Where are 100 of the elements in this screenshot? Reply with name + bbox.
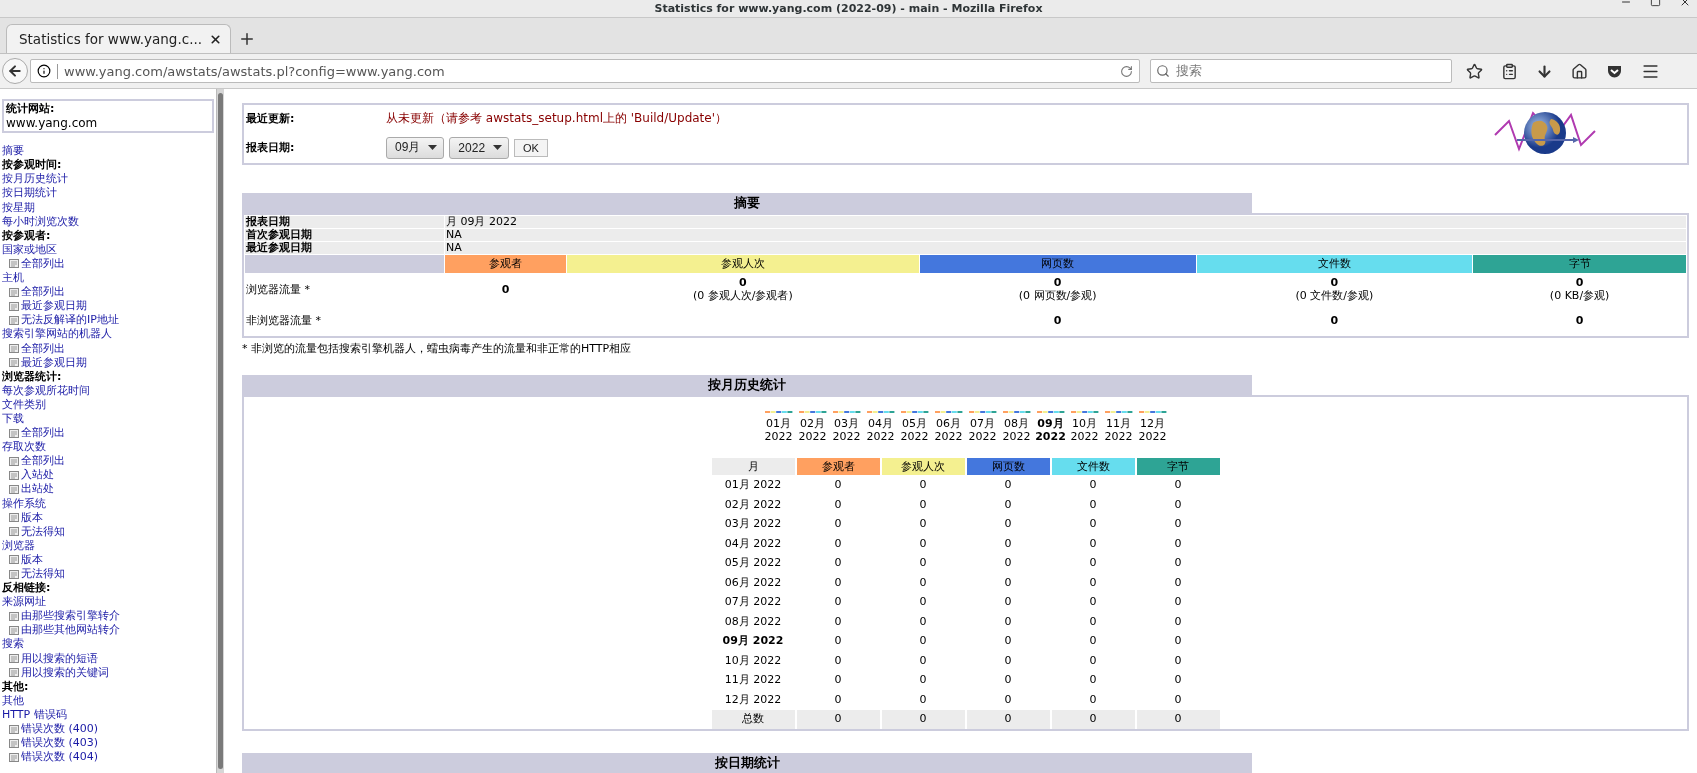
sidebar-sublink[interactable]: 最近参观日期 — [21, 355, 87, 370]
sidebar-link[interactable]: 每次参观所花时间 — [2, 383, 216, 398]
page-icon — [9, 513, 19, 523]
sidebar-link[interactable]: 来源网址 — [2, 595, 216, 610]
chart-month-label: 04月 2022 — [866, 417, 895, 443]
sidebar-sublink[interactable]: 由那些其他网站转介 — [21, 623, 120, 638]
sidebar-sublink[interactable]: 全部列出 — [21, 454, 65, 469]
sidebar-link[interactable]: 摘要 — [2, 144, 216, 159]
info-label: 报表日期 — [245, 216, 444, 228]
month-cell-text: 02月 2022 — [723, 496, 783, 513]
chart-month-label: 09月 2022 — [1035, 417, 1066, 443]
month-cell-text: 06月 2022 — [723, 574, 783, 591]
browser-tab[interactable]: Statistics for www.yang.c... — [6, 24, 231, 53]
month-cell-text: 04月 2022 — [723, 535, 783, 552]
sidebar-link[interactable]: 每小时浏览次数 — [2, 214, 216, 229]
sidebar-sublink[interactable]: 错误次数 (404) — [21, 750, 99, 765]
bar-stub-drawing — [934, 411, 963, 414]
sidebar-sublink[interactable]: 全部列出 — [21, 341, 65, 356]
table-cell-text: 0 — [1003, 516, 1013, 532]
table-cell-text: 0 — [1088, 613, 1098, 630]
table-cell-text: 0 — [833, 555, 843, 571]
chart-month-label: 02月 2022 — [798, 417, 827, 443]
bar-stub-drawing — [764, 411, 793, 414]
table-cell-text: 0 — [1173, 594, 1183, 610]
sidebar-link[interactable]: 存取次数 — [2, 440, 216, 455]
sidebar-sublink[interactable]: 用以搜索的短语 — [21, 651, 98, 666]
year-select[interactable]: 2022 — [449, 136, 510, 159]
table-cell-text: 0 — [1003, 613, 1013, 630]
info-label: 最近参观日期 — [245, 242, 444, 254]
scrollbar[interactable] — [216, 89, 224, 773]
sidebar-heading: 按参观者: — [2, 228, 52, 243]
sidebar-sublink[interactable]: 错误次数 (403) — [21, 736, 99, 751]
sidebar-link[interactable]: 主机 — [2, 271, 216, 286]
reload-icon[interactable] — [1120, 64, 1133, 78]
table-cell-text: 0 — [833, 691, 843, 708]
update-text: 从未更新（请参考 awstats_setup.html上的 'Build/Update'） — [386, 109, 727, 127]
sidebar-sublink[interactable]: 全部列出 — [21, 285, 65, 300]
table-cell-text: 0 — [1088, 652, 1098, 669]
sidebar-sublink[interactable]: 无法得知 — [21, 567, 65, 582]
column-header: 参观者 — [796, 458, 880, 475]
table-cell-text: 0 — [833, 633, 843, 649]
sidebar-link[interactable]: 下载 — [2, 411, 216, 427]
sidebar-sublink[interactable]: 全部列出 — [21, 426, 65, 441]
sidebar-sublink[interactable]: 用以搜索的关键词 — [21, 665, 109, 680]
sidebar-link[interactable]: 操作系统 — [2, 496, 216, 511]
page-icon — [9, 625, 19, 635]
page-icon — [9, 738, 19, 748]
search-field[interactable]: 搜索 — [1150, 59, 1452, 83]
month-select[interactable]: 09月 — [386, 136, 445, 159]
sidebar-sublink[interactable]: 入站处 — [21, 468, 54, 483]
chart-month-label: 06月 2022 — [934, 417, 963, 443]
table-cell-text: 0 — [918, 672, 928, 688]
table-cell: 0 — [1136, 710, 1220, 729]
info-icon[interactable] — [37, 64, 51, 78]
table-cell-text: 0 — [1088, 633, 1098, 649]
sidebar-link[interactable]: 按日期统计 — [2, 186, 216, 201]
sidebar-sublink[interactable]: 版本 — [21, 510, 43, 525]
table-cell-text: 0 — [918, 652, 928, 669]
month-cell-text: 12月 2022 — [723, 691, 783, 708]
table-cell-text: 0 (0 参观人次/参观者) — [691, 275, 794, 304]
chart-month-label: 07月 2022 — [968, 417, 997, 443]
sidebar-link[interactable]: 国家或地区 — [2, 242, 216, 257]
table-cell-text: 0 — [1173, 516, 1183, 532]
month-cell-text: 08月 2022 — [723, 613, 783, 630]
page-icon — [9, 428, 19, 438]
sidebar-sublink[interactable]: 错误次数 (400) — [21, 722, 99, 737]
table-cell-text: 0 — [833, 496, 843, 513]
sidebar-sublink[interactable]: 出站处 — [21, 482, 54, 497]
table-cell-text: 0 — [1173, 535, 1183, 552]
sidebar-sublink[interactable]: 无法得知 — [21, 524, 65, 539]
page-icon — [9, 527, 19, 537]
sidebar-sublink[interactable]: 最近参观日期 — [21, 299, 87, 314]
month-cell-text: 10月 2022 — [723, 652, 783, 669]
section-title: 按日期统计 — [242, 753, 1252, 773]
address-field[interactable]: www.yang.com/awstats/awstats.pl?config=www.yang.com — [30, 59, 1140, 83]
table-cell-text: 0 — [1003, 672, 1013, 688]
column-header: 文件数 — [1196, 255, 1473, 273]
sidebar-link[interactable]: 浏览器 — [2, 538, 216, 553]
sidebar-link[interactable]: 按月历史统计 — [2, 172, 216, 187]
ok-button[interactable]: OK — [514, 138, 548, 157]
table-cell-text: 0 — [1088, 516, 1098, 532]
sidebar-link[interactable]: 按星期 — [2, 200, 216, 215]
table-cell-text: 0 (0 网页数/参观) — [1017, 275, 1098, 304]
scrollbar-thumb[interactable] — [218, 93, 223, 769]
sidebar-link[interactable]: HTTP 错误码 — [2, 707, 216, 723]
sidebar-link[interactable]: 其他 — [2, 693, 216, 708]
close-icon[interactable] — [209, 32, 222, 46]
sidebar-sublink[interactable]: 由那些搜索引擎转介 — [21, 609, 120, 624]
sidebar-sublink[interactable]: 无法反解译的IP地址 — [21, 313, 119, 328]
page-icon — [9, 470, 19, 480]
sidebar-link[interactable]: 搜索引擎网站的机器人 — [2, 327, 216, 342]
page-icon — [9, 344, 19, 354]
sidebar-link[interactable]: 文件类别 — [2, 397, 216, 412]
sidebar-link[interactable]: 搜索 — [2, 637, 216, 652]
sidebar-sublink[interactable]: 版本 — [21, 552, 43, 567]
sidebar-sublink[interactable]: 全部列出 — [21, 256, 65, 272]
table-cell-text: 0 — [833, 535, 843, 552]
column-header: 文件数 — [1051, 458, 1135, 475]
table-cell-text: 0 — [918, 613, 928, 630]
back-button[interactable] — [2, 58, 28, 84]
